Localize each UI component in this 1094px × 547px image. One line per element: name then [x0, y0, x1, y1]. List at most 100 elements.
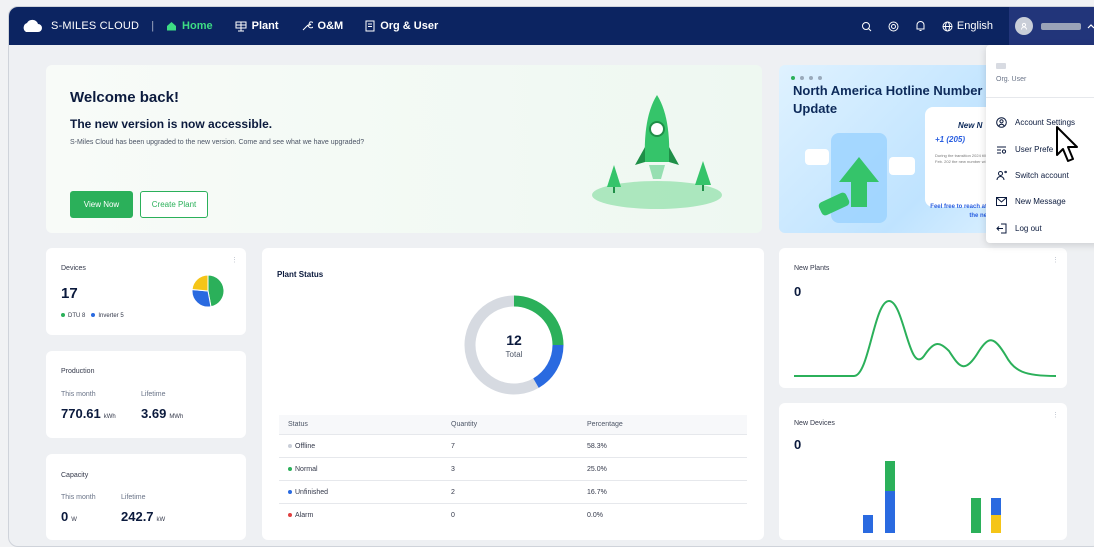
- plant-status-donut: 12 Total: [464, 295, 564, 395]
- table-header: Status Quantity Percentage: [279, 415, 747, 435]
- legend-dtu: DTU 8: [61, 313, 85, 319]
- brand-name: S-MILES CLOUD: [51, 20, 140, 32]
- column-header-status: Status: [288, 421, 308, 428]
- devices-legend: DTU 8 Inverter 5: [61, 313, 124, 319]
- devices-label: Devices: [61, 265, 86, 272]
- user-name-redacted: [996, 63, 1006, 69]
- new-devices-card: ⋮ New Devices 0: [779, 403, 1067, 540]
- logo[interactable]: S-MILES CLOUD: [21, 19, 139, 33]
- view-now-button[interactable]: View Now: [70, 191, 133, 218]
- globe-icon: [942, 21, 953, 31]
- new-devices-bar-chart: [863, 461, 1001, 533]
- user-circle-icon: [996, 117, 1007, 128]
- logout-item[interactable]: Log out: [996, 223, 1042, 234]
- mouse-cursor-icon: [1056, 126, 1078, 162]
- carousel-dots[interactable]: [791, 76, 822, 80]
- production-month-value: 770.61 kWh: [61, 406, 116, 421]
- top-right-tools: English: [861, 7, 1094, 45]
- user-preferences-item[interactable]: User Prefe: [996, 144, 1053, 155]
- user-org: Org. User: [996, 76, 1027, 83]
- welcome-card: Welcome back! The new version is now acc…: [46, 65, 762, 233]
- pie-slice: [191, 274, 209, 292]
- cloud-logo-icon: [23, 19, 42, 32]
- nav-org-user-label: Org & User: [380, 20, 439, 32]
- capacity-label: Capacity: [61, 472, 89, 479]
- menu-divider: [986, 97, 1094, 98]
- wrench-icon: [302, 21, 313, 31]
- switch-user-icon: [996, 170, 1007, 181]
- nav-home-label: Home: [182, 20, 213, 32]
- switch-account-item[interactable]: Switch account: [996, 170, 1069, 181]
- pie-slice: [191, 288, 212, 308]
- nav-plant[interactable]: Plant: [235, 20, 279, 32]
- language-selector[interactable]: English: [942, 20, 993, 32]
- production-lifetime-value: 3.69 MWh: [141, 406, 184, 421]
- new-message-item[interactable]: New Message: [996, 197, 1066, 206]
- welcome-title: Welcome back!: [70, 89, 179, 106]
- table-row: Offline 7 58.3%: [279, 435, 747, 458]
- table-row: Alarm 0 0.0%: [279, 504, 747, 527]
- user-icon: [1021, 22, 1027, 30]
- phone-illustration: [805, 133, 915, 223]
- nav-plant-label: Plant: [251, 20, 279, 32]
- bell-icon[interactable]: [915, 20, 926, 32]
- capacity-lifetime-value: 242.7 kW: [121, 509, 166, 524]
- preferences-icon: [997, 146, 1007, 154]
- capacity-month-value: 0W: [61, 509, 77, 524]
- nav-om-label: O&M: [317, 20, 344, 32]
- welcome-description: S-Miles Cloud has been upgraded to the n…: [70, 139, 365, 146]
- column-header-percentage: Percentage: [587, 421, 623, 428]
- welcome-subtitle: The new version is now accessible.: [70, 117, 273, 131]
- document-icon: [365, 20, 375, 32]
- plant-icon: [235, 21, 247, 31]
- donut-segment: [464, 295, 539, 395]
- production-lifetime-label: Lifetime: [141, 391, 166, 398]
- capacity-month-label: This month: [61, 494, 96, 501]
- plant-status-table: Status Quantity Percentage Offline 7 58.…: [279, 415, 747, 527]
- app-window: S-MILES CLOUD | Home Plant O&M Org & Use…: [8, 6, 1094, 547]
- search-icon[interactable]: [861, 21, 872, 32]
- user-menu-trigger[interactable]: [1009, 7, 1094, 45]
- home-icon: [167, 22, 177, 31]
- devices-pie-chart: [191, 274, 225, 308]
- column-header-quantity: Quantity: [451, 421, 478, 428]
- table-row: Normal 3 25.0%: [279, 458, 747, 481]
- rocket-illustration: [592, 95, 722, 209]
- capacity-lifetime-label: Lifetime: [121, 494, 146, 501]
- nav-home[interactable]: Home: [166, 20, 213, 32]
- devices-card: ⋮ Devices 17 DTU 8 Inverter 5: [46, 248, 246, 335]
- donut-total-label: Total: [506, 350, 523, 359]
- more-icon[interactable]: ⋮: [1052, 411, 1059, 419]
- new-plants-card: ⋮ New Plants 0: [779, 248, 1067, 388]
- mail-icon: [996, 197, 1007, 206]
- more-icon[interactable]: ⋮: [1052, 256, 1059, 264]
- language-label: English: [956, 20, 993, 32]
- capacity-card: Capacity This month Lifetime 0W 242.7 kW: [46, 454, 246, 540]
- help-icon[interactable]: [888, 21, 899, 32]
- more-icon[interactable]: ⋮: [231, 256, 238, 264]
- new-devices-value: 0: [794, 437, 802, 452]
- banner-feel-free: Feel free to reach at the ne: [930, 204, 987, 219]
- production-label: Production: [61, 368, 95, 375]
- nav-om[interactable]: O&M: [301, 20, 344, 32]
- username-redacted: [1041, 22, 1081, 30]
- donut-segment: [533, 344, 564, 388]
- new-devices-label: New Devices: [794, 420, 835, 427]
- new-plants-label: New Plants: [794, 265, 830, 272]
- plant-status-card: Plant Status 12 Total Status Quantity Pe…: [262, 248, 764, 540]
- logout-icon: [996, 223, 1007, 234]
- devices-count: 17: [61, 285, 78, 302]
- banner-phone: +1 (205): [935, 135, 966, 144]
- avatar: [1015, 17, 1033, 35]
- nav-separator: |: [151, 20, 155, 32]
- nav-org-user[interactable]: Org & User: [365, 20, 438, 32]
- production-card: Production This month Lifetime 770.61 kWh…: [46, 351, 246, 438]
- banner-card-title: New N: [958, 121, 983, 130]
- donut-total: 12: [506, 332, 522, 348]
- create-plant-button[interactable]: Create Plant: [140, 191, 208, 218]
- chevron-up-icon: [1087, 24, 1094, 29]
- production-month-label: This month: [61, 391, 96, 398]
- plant-status-title: Plant Status: [277, 270, 324, 279]
- table-row: Unfinished 2 16.7%: [279, 481, 747, 504]
- new-plants-line-chart: [794, 299, 1056, 377]
